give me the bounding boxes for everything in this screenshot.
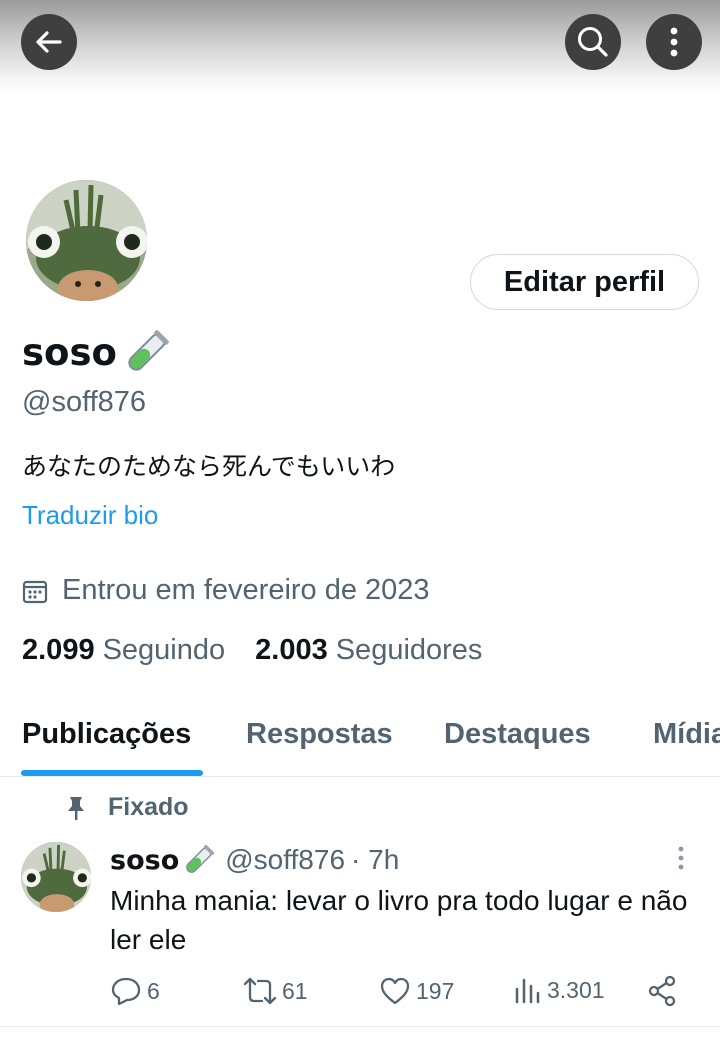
views-count: 3.301 <box>547 976 605 1003</box>
joined-date-row: Entrou em fevereiro de 2023 <box>22 574 430 607</box>
tab-respostas[interactable]: Respostas <box>246 718 393 751</box>
more-options-button[interactable] <box>646 14 702 70</box>
reply-button[interactable]: 6 <box>110 975 160 1007</box>
profile-handle: @soff876 <box>22 386 147 418</box>
test-tube-icon <box>128 330 169 371</box>
share-button[interactable] <box>647 975 677 1007</box>
tab-destaques[interactable]: Destaques <box>444 718 591 751</box>
heart-icon <box>380 977 410 1005</box>
following-label: Seguindo <box>102 634 226 666</box>
followers-count: 2.003 <box>255 634 328 666</box>
followers-label: Seguidores <box>335 634 483 666</box>
post-more-button[interactable] <box>676 845 686 876</box>
post-author-handle[interactable]: @soff876 <box>225 844 345 876</box>
views-chart-icon <box>515 978 540 1004</box>
post-header: soso @soff876 · 7h <box>110 842 399 878</box>
post-author-avatar[interactable] <box>21 842 91 912</box>
post-author-name[interactable]: soso <box>110 845 179 876</box>
following-link[interactable]: 2.099 Seguindo <box>22 634 225 667</box>
post-timestamp: · 7h <box>351 844 400 875</box>
edit-profile-button[interactable]: Editar perfil <box>470 254 699 310</box>
tab-publicacoes[interactable]: Publicações <box>22 718 191 751</box>
profile-name-row: soso <box>22 326 173 378</box>
post-text: Minha mania: levar o livro pra todo luga… <box>110 885 688 955</box>
followers-link[interactable]: 2.003 Seguidores <box>255 634 482 667</box>
test-tube-icon <box>186 844 215 873</box>
repost-count: 61 <box>282 977 308 1004</box>
profile-tabs: Publicações Respostas Destaques Mídia <box>0 700 720 777</box>
tab-midia[interactable]: Mídia <box>653 718 720 751</box>
joined-date: Entrou em fevereiro de 2023 <box>62 574 430 606</box>
more-vertical-icon <box>670 27 678 57</box>
display-name: soso <box>22 330 117 374</box>
active-tab-indicator <box>21 770 203 776</box>
like-count: 197 <box>416 977 455 1004</box>
profile-header-banner <box>0 0 720 95</box>
reply-icon <box>111 977 141 1006</box>
follow-stats: 2.099 Seguindo 2.003 Seguidores <box>22 634 482 667</box>
search-button[interactable] <box>565 14 621 70</box>
pinned-label: Fixado <box>108 793 189 821</box>
repost-icon <box>243 977 277 1005</box>
views-button[interactable]: 3.301 <box>514 975 605 1005</box>
reply-count: 6 <box>147 977 160 1004</box>
post-divider <box>0 1026 720 1027</box>
calendar-icon <box>22 580 48 603</box>
profile-avatar[interactable] <box>26 180 147 301</box>
avatar-image <box>26 180 147 301</box>
pin-icon <box>68 796 84 820</box>
more-vertical-icon <box>678 846 684 870</box>
repost-button[interactable]: 61 <box>243 975 308 1007</box>
translate-bio-link[interactable]: Traduzir bio <box>22 500 158 531</box>
like-button[interactable]: 197 <box>379 975 454 1007</box>
post-avatar-image <box>21 842 91 912</box>
profile-bio: あなたのためなら死んでもいいわ <box>22 452 396 481</box>
post-actions: 6 61 197 3.301 <box>0 975 720 1011</box>
pinned-indicator: Fixado <box>66 793 189 822</box>
arrow-left-icon <box>36 31 62 53</box>
search-icon <box>578 27 608 57</box>
share-icon <box>648 975 676 1007</box>
back-button[interactable] <box>21 14 77 70</box>
following-count: 2.099 <box>22 634 95 666</box>
